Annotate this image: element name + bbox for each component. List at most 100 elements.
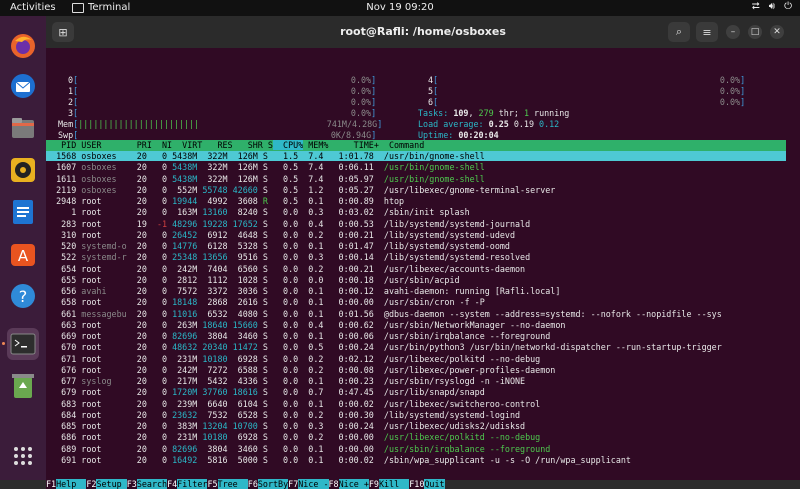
fkey-f2[interactable]: F2 bbox=[86, 479, 97, 489]
terminal-icon bbox=[72, 2, 84, 13]
column-header[interactable]: Command bbox=[379, 140, 424, 150]
show-apps-button[interactable] bbox=[7, 440, 39, 472]
app-name: Terminal bbox=[88, 2, 131, 13]
process-row[interactable]: 658 root 20 0 18148 2868 2616 S 0.0 0.1 … bbox=[46, 297, 485, 307]
cell-s: S bbox=[257, 162, 268, 173]
process-row[interactable]: 670 root 20 0 48632 20340 11472 S 0.0 0.… bbox=[46, 342, 722, 352]
title-bar[interactable]: ⊞ root@Rafli: /home/osboxes ⌕ ≡ – □ ✕ bbox=[46, 16, 800, 48]
writer-launcher[interactable] bbox=[7, 196, 39, 228]
close-button[interactable]: ✕ bbox=[770, 25, 784, 39]
process-row[interactable]: 685 root 20 0 383M 13204 10700 S 0.0 0.3… bbox=[46, 421, 525, 431]
cell-user: root bbox=[76, 454, 127, 465]
fkey-f6[interactable]: F6 bbox=[247, 479, 258, 489]
column-header[interactable]: PRI bbox=[132, 140, 152, 150]
fkey-label[interactable]: Nice - bbox=[298, 479, 329, 489]
cell-pid: 691 bbox=[46, 454, 77, 465]
thunderbird-launcher[interactable] bbox=[7, 70, 39, 102]
cell-pri: 20 bbox=[126, 162, 147, 173]
fkey-f7[interactable]: F7 bbox=[288, 479, 299, 489]
software-launcher[interactable]: A bbox=[7, 238, 39, 270]
fkey-label[interactable]: SortBy bbox=[257, 479, 289, 489]
process-row[interactable]: 691 root 20 0 16492 5816 5000 S 0.0 0.1 … bbox=[46, 455, 631, 465]
column-header[interactable]: RES bbox=[202, 140, 232, 150]
app-menu[interactable]: Terminal bbox=[72, 2, 130, 13]
activities-button[interactable]: Activities bbox=[10, 2, 56, 13]
cell-pri: 20 bbox=[126, 308, 147, 319]
terminal-launcher[interactable] bbox=[7, 328, 39, 360]
cell-pid: 1611 bbox=[46, 173, 77, 184]
search-button[interactable]: ⌕ bbox=[668, 22, 690, 42]
process-row[interactable]: 676 root 20 0 242M 7272 6588 S 0.0 0.2 0… bbox=[46, 365, 555, 375]
column-header[interactable]: TIME+ bbox=[328, 140, 379, 150]
process-row[interactable]: 661 messagebu 20 0 11016 6532 4080 S 0.0… bbox=[46, 309, 722, 319]
fkey-f10[interactable]: F10 bbox=[409, 479, 425, 489]
svg-text:A: A bbox=[18, 247, 29, 265]
process-row[interactable]: 1568 osboxes 20 0 5438M 322M 126M S 1.5 … bbox=[46, 151, 786, 161]
cell-cmd: /lib/systemd/systemd-udevd bbox=[373, 229, 516, 240]
column-header[interactable]: S bbox=[263, 140, 273, 150]
menu-button[interactable]: ≡ bbox=[696, 22, 718, 42]
column-header[interactable]: SHR bbox=[233, 140, 263, 150]
maximize-button[interactable]: □ bbox=[748, 25, 762, 39]
fkey-f5[interactable]: F5 bbox=[207, 479, 218, 489]
fkey-f9[interactable]: F9 bbox=[368, 479, 379, 489]
column-header[interactable]: CPU% bbox=[272, 140, 304, 150]
column-header[interactable]: PID bbox=[46, 140, 81, 150]
process-row[interactable]: 522 systemd-r 20 0 25348 13656 9516 S 0.… bbox=[46, 252, 530, 262]
process-row[interactable]: 663 root 20 0 263M 18640 15660 S 0.0 0.4… bbox=[46, 320, 565, 330]
process-row[interactable]: 655 root 20 0 2812 1112 1028 S 0.0 0.0 0… bbox=[46, 275, 459, 285]
process-row[interactable]: 1607 osboxes 20 0 5438M 322M 126M S 0.5 … bbox=[46, 162, 485, 172]
fkey-label[interactable]: Search bbox=[136, 479, 168, 489]
cell-virt: 383M bbox=[167, 421, 198, 431]
process-row[interactable]: 1611 osboxes 20 0 5438M 322M 126M S 0.5 … bbox=[46, 174, 485, 184]
fkey-label[interactable]: Kill bbox=[378, 479, 410, 489]
fkey-label[interactable]: Setup bbox=[96, 479, 127, 489]
terminal-content[interactable]: 0[0.0%] 1[0.0%] 2[0.0%] 3[0.0%] Mem[||||… bbox=[46, 48, 800, 489]
fkey-f1[interactable]: F1 bbox=[46, 479, 57, 489]
help-launcher[interactable]: ? bbox=[7, 280, 39, 312]
process-row[interactable]: 1 root 20 0 163M 13160 8240 S 0.0 0.3 0:… bbox=[46, 207, 469, 218]
cell-pid: 520 bbox=[46, 241, 77, 251]
files-launcher[interactable] bbox=[7, 112, 39, 144]
process-row[interactable]: 686 root 20 0 231M 10180 6928 S 0.0 0.2 … bbox=[46, 432, 540, 442]
process-row[interactable]: 283 root 19 -1 48296 19228 17652 S 0.0 0… bbox=[46, 219, 530, 229]
system-tray[interactable]: ⮂ 🔊︎ ⏻ bbox=[752, 1, 792, 12]
minimize-button[interactable]: – bbox=[726, 25, 740, 39]
cell-user: osboxes bbox=[76, 173, 127, 184]
volume-icon: 🔊︎ bbox=[768, 1, 776, 12]
process-row[interactable]: 684 root 20 0 23632 7532 6528 S 0.0 0.2 … bbox=[46, 410, 520, 420]
column-header[interactable]: VIRT bbox=[172, 140, 202, 150]
cell-pid: 689 bbox=[46, 443, 77, 454]
process-row[interactable]: 520 systemd-o 20 0 14776 6128 5328 S 0.0… bbox=[46, 241, 510, 251]
process-row[interactable]: 689 root 20 0 82696 3804 3460 S 0.0 0.1 … bbox=[46, 444, 550, 454]
fkey-label[interactable]: Quit bbox=[424, 479, 445, 489]
process-row[interactable]: 310 root 20 0 26452 6912 4648 S 0.0 0.2 … bbox=[46, 230, 515, 240]
process-row[interactable]: 671 root 20 0 231M 10180 6928 S 0.0 0.2 … bbox=[46, 354, 540, 364]
fkey-f8[interactable]: F8 bbox=[328, 479, 339, 489]
fkey-label[interactable]: Tree bbox=[217, 479, 248, 489]
mem-meter: Mem[|||||||||||||||||||||||| 741M/4.28G] bbox=[58, 119, 383, 129]
process-row[interactable]: 679 root 20 0 1720M 37760 18616 S 0.0 0.… bbox=[46, 387, 485, 397]
firefox-launcher[interactable] bbox=[7, 30, 39, 62]
process-row[interactable]: 654 root 20 0 242M 7404 6560 S 0.0 0.2 0… bbox=[46, 264, 525, 274]
column-header[interactable]: NI bbox=[152, 140, 172, 150]
rhythmbox-launcher[interactable] bbox=[7, 154, 39, 186]
fkey-label[interactable]: Filter bbox=[177, 479, 208, 489]
process-row[interactable]: 656 avahi 20 0 7572 3372 3036 S 0.0 0.1 … bbox=[46, 286, 560, 296]
process-row[interactable]: 2119 osboxes 20 0 552M 55748 42660 S 0.5… bbox=[46, 185, 555, 195]
process-row[interactable]: 2948 root 20 0 19944 4992 3608 R 0.5 0.1… bbox=[46, 196, 404, 206]
cell-shr: 8240 bbox=[227, 207, 258, 218]
process-row[interactable]: 677 syslog 20 0 217M 5432 4336 S 0.0 0.1… bbox=[46, 376, 525, 386]
process-row[interactable]: 669 root 20 0 82696 3804 3460 S 0.0 0.1 … bbox=[46, 331, 550, 341]
trash-launcher[interactable] bbox=[7, 370, 39, 402]
cell-user: root bbox=[76, 331, 127, 341]
column-header[interactable]: USER bbox=[81, 140, 131, 150]
fkey-f3[interactable]: F3 bbox=[126, 479, 137, 489]
fkey-label[interactable]: Help bbox=[56, 479, 87, 489]
column-header[interactable]: MEM% bbox=[303, 140, 328, 150]
fkey-f4[interactable]: F4 bbox=[167, 479, 178, 489]
fkey-label[interactable]: Nice + bbox=[338, 479, 369, 489]
cell-res: 322M bbox=[197, 151, 228, 161]
cell-cpu: 0.0 bbox=[267, 432, 299, 443]
process-row[interactable]: 683 root 20 0 239M 6640 6104 S 0.0 0.1 0… bbox=[46, 399, 540, 409]
